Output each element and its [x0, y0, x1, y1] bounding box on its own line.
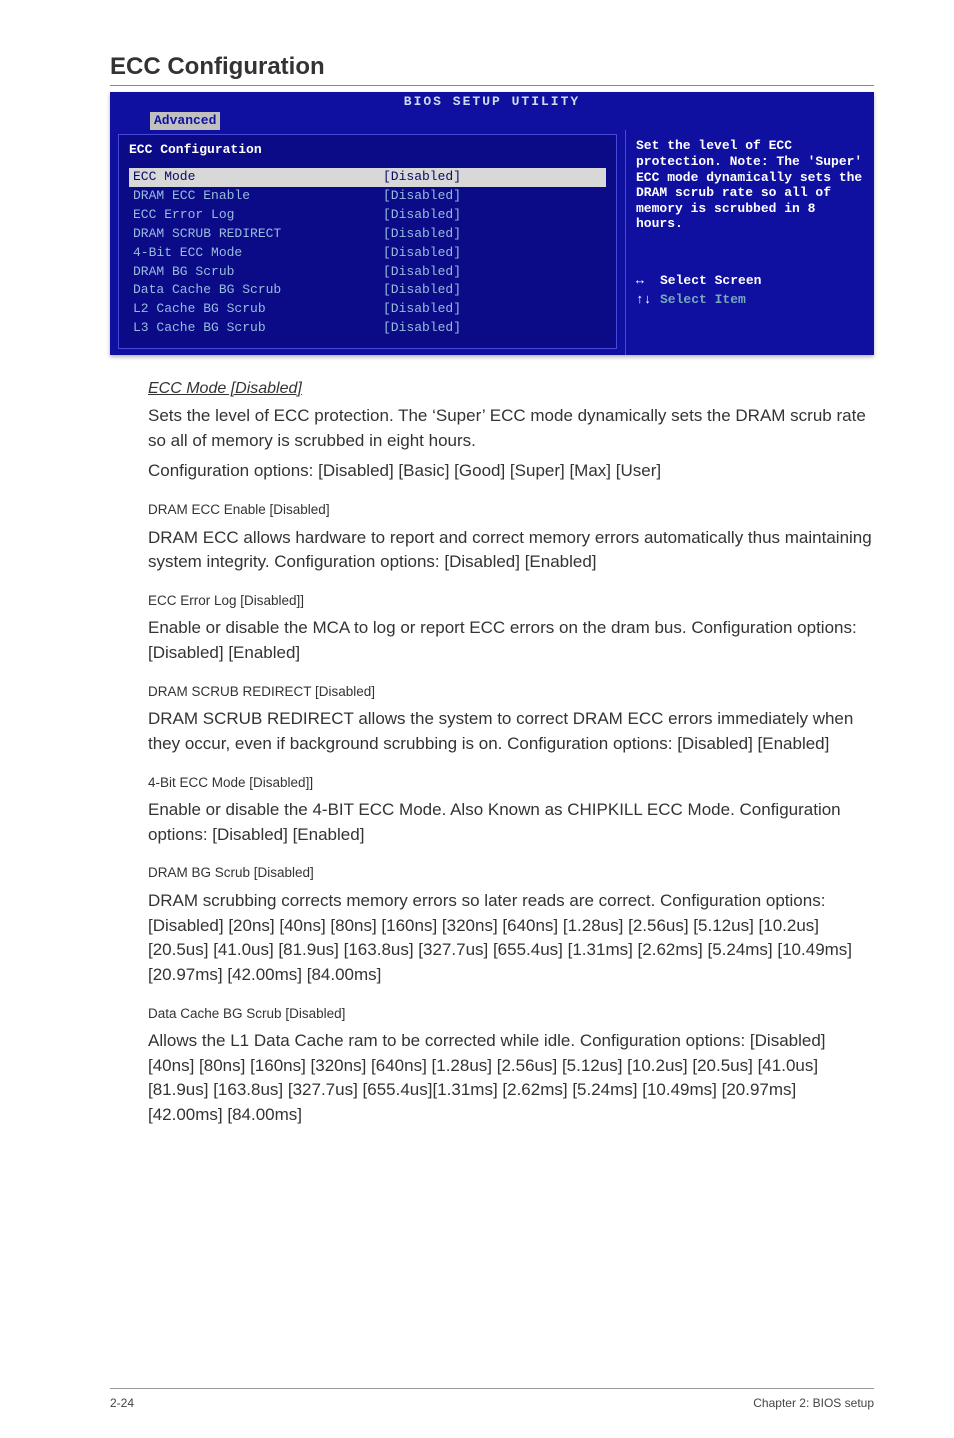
- bios-item-value: [Disabled]: [383, 187, 606, 206]
- bios-item: 4-Bit ECC Mode[Disabled]: [129, 244, 606, 263]
- ecc-mode-title: ECC Mode [Disabled]: [148, 377, 874, 400]
- footer-page-number: 2-24: [110, 1395, 134, 1412]
- subitem-title: DRAM ECC Enable [Disabled]: [148, 500, 874, 520]
- bios-item: DRAM BG Scrub[Disabled]: [129, 263, 606, 282]
- bios-item-label: L2 Cache BG Scrub: [129, 300, 383, 319]
- subitem-title: 4-Bit ECC Mode [Disabled]]: [148, 773, 874, 793]
- subitem-title: ECC Error Log [Disabled]]: [148, 591, 874, 611]
- section-title: ECC Configuration: [110, 50, 874, 86]
- subitem-desc: Enable or disable the 4-BIT ECC Mode. Al…: [148, 798, 874, 847]
- bios-item: Data Cache BG Scrub[Disabled]: [129, 281, 606, 300]
- bios-hint: Set the level of ECC protection. Note: T…: [636, 138, 866, 232]
- bios-item-value: [Disabled]: [383, 263, 606, 282]
- bios-item: ECC Mode[Disabled]: [129, 168, 606, 187]
- bios-item-value: [Disabled]: [383, 206, 606, 225]
- bios-item-label: ECC Mode: [129, 168, 383, 187]
- bios-item-label: L3 Cache BG Scrub: [129, 319, 383, 338]
- bios-item-value: [Disabled]: [383, 244, 606, 263]
- ecc-mode-desc-1: Sets the level of ECC protection. The ‘S…: [148, 404, 874, 453]
- subitem-title: DRAM SCRUB REDIRECT [Disabled]: [148, 682, 874, 702]
- bios-item-label: 4-Bit ECC Mode: [129, 244, 383, 263]
- bios-item: ECC Error Log[Disabled]: [129, 206, 606, 225]
- bios-item-value: [Disabled]: [383, 300, 606, 319]
- bios-header: BIOS SETUP UTILITY: [110, 92, 874, 112]
- bios-screenshot: BIOS SETUP UTILITY Advanced ECC Configur…: [110, 92, 874, 355]
- bios-item: L3 Cache BG Scrub[Disabled]: [129, 319, 606, 338]
- bios-item-value: [Disabled]: [383, 168, 606, 187]
- bios-item: L2 Cache BG Scrub[Disabled]: [129, 300, 606, 319]
- bios-legend-select-item: ↑↓Select Item: [636, 291, 866, 310]
- subitem-desc: DRAM scrubbing corrects memory errors so…: [148, 889, 874, 988]
- subitem-desc: Enable or disable the MCA to log or repo…: [148, 616, 874, 665]
- bios-item: DRAM ECC Enable[Disabled]: [129, 187, 606, 206]
- bios-item-value: [Disabled]: [383, 225, 606, 244]
- bios-item-label: Data Cache BG Scrub: [129, 281, 383, 300]
- bios-item-value: [Disabled]: [383, 281, 606, 300]
- bios-tab-advanced: Advanced: [150, 112, 220, 131]
- bios-item-label: ECC Error Log: [129, 206, 383, 225]
- ecc-mode-desc-2: Configuration options: [Disabled] [Basic…: [148, 459, 874, 484]
- subitem-desc: DRAM ECC allows hardware to report and c…: [148, 526, 874, 575]
- bios-legend-select-screen: ↔Select Screen: [636, 272, 866, 291]
- footer-chapter: Chapter 2: BIOS setup: [753, 1395, 874, 1412]
- bios-tabs: Advanced: [110, 112, 874, 131]
- subitem-desc: Allows the L1 Data Cache ram to be corre…: [148, 1029, 874, 1128]
- subitem-title: DRAM BG Scrub [Disabled]: [148, 863, 874, 883]
- subitem-title: Data Cache BG Scrub [Disabled]: [148, 1004, 874, 1024]
- bios-item: DRAM SCRUB REDIRECT[Disabled]: [129, 225, 606, 244]
- bios-item-label: DRAM SCRUB REDIRECT: [129, 225, 383, 244]
- bios-panel-title: ECC Configuration: [129, 141, 606, 160]
- bios-item-label: DRAM ECC Enable: [129, 187, 383, 206]
- bios-item-value: [Disabled]: [383, 319, 606, 338]
- bios-item-label: DRAM BG Scrub: [129, 263, 383, 282]
- subitem-desc: DRAM SCRUB REDIRECT allows the system to…: [148, 707, 874, 756]
- page-footer: 2-24 Chapter 2: BIOS setup: [110, 1388, 874, 1412]
